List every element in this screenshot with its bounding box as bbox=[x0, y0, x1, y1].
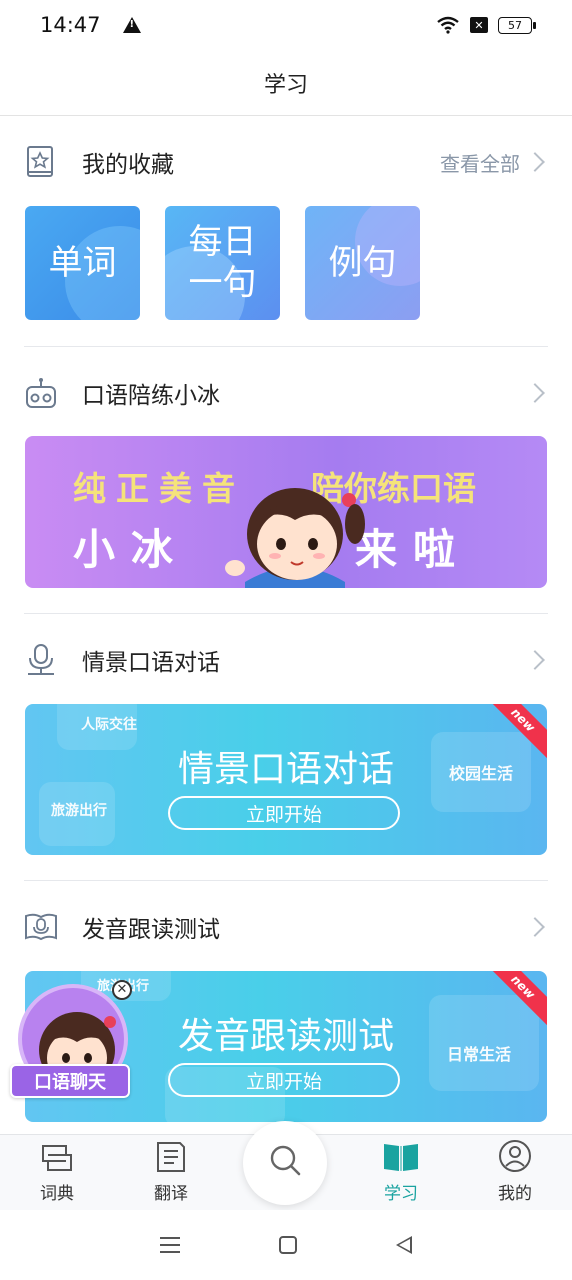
scene-dialog-banner-title: 情景口语对话 bbox=[177, 749, 394, 790]
oral-chat-label[interactable]: 口语聊天 bbox=[10, 1064, 130, 1098]
pronunciation-start-button[interactable]: 立即开始 bbox=[168, 1063, 400, 1097]
page-title: 学习 bbox=[263, 72, 308, 98]
bottom-tab-bar: 词典 翻译 学习 我的 bbox=[0, 1121, 572, 1210]
tab-profile-label: 我的 bbox=[498, 1184, 532, 1204]
xiaobing-banner[interactable]: 纯正美音 陪你练口语 小冰 来啦 bbox=[25, 436, 547, 588]
favorite-examples-label: 例句 bbox=[328, 242, 397, 283]
tab-profile[interactable]: 我的 bbox=[458, 1135, 572, 1210]
back-icon[interactable] bbox=[396, 1236, 413, 1254]
title-bar: 学习 bbox=[0, 50, 572, 116]
chevron-right-icon bbox=[525, 650, 545, 670]
xiaobing-banner-line2-right: 来啦 bbox=[355, 525, 472, 574]
system-nav-bar bbox=[0, 1210, 572, 1280]
tab-translate[interactable]: 翻译 bbox=[114, 1135, 228, 1210]
chevron-right-icon bbox=[525, 383, 545, 403]
warning-icon bbox=[122, 17, 141, 33]
scene-dialog-header[interactable]: 情景口语对话 bbox=[24, 636, 548, 684]
xiaobing-banner-line1-left: 纯正美音 bbox=[73, 469, 245, 508]
tab-translate-label: 翻译 bbox=[154, 1184, 188, 1204]
status-indicators: ✕ 57 bbox=[436, 16, 536, 34]
xiaobing-more[interactable] bbox=[525, 383, 548, 403]
star-book-icon bbox=[24, 145, 58, 179]
tab-dictionary[interactable]: 词典 bbox=[0, 1135, 114, 1210]
scene-dialog-more[interactable] bbox=[525, 650, 548, 670]
no-sim-icon: ✕ bbox=[470, 17, 488, 33]
tab-search[interactable] bbox=[228, 1121, 344, 1210]
microphone-icon bbox=[24, 643, 58, 677]
search-icon bbox=[270, 1145, 301, 1176]
tab-dictionary-label: 词典 bbox=[40, 1184, 74, 1204]
wifi-icon bbox=[437, 16, 459, 34]
favorite-examples-tile[interactable]: 例句 bbox=[305, 206, 420, 320]
divider bbox=[24, 346, 548, 347]
robot-icon bbox=[24, 376, 58, 410]
divider bbox=[24, 613, 548, 614]
scene-tag-social: 人际交往 bbox=[81, 717, 137, 733]
tab-study[interactable]: 学习 bbox=[344, 1135, 458, 1210]
favorites-row: 单词 每日 一句 例句 bbox=[25, 206, 420, 320]
home-icon[interactable] bbox=[278, 1236, 297, 1254]
favorites-header[interactable]: 我的收藏 查看全部 bbox=[24, 138, 548, 186]
xiaobing-header[interactable]: 口语陪练小冰 bbox=[24, 369, 548, 417]
menu-icon[interactable] bbox=[159, 1237, 180, 1253]
tab-study-label: 学习 bbox=[384, 1184, 418, 1204]
chevron-right-icon bbox=[525, 917, 545, 937]
pronunciation-more[interactable] bbox=[525, 917, 548, 937]
chevron-right-icon bbox=[525, 152, 545, 172]
pronunciation-title: 发音跟读测试 bbox=[82, 917, 220, 943]
xiaobing-girl-illustration bbox=[225, 488, 365, 588]
favorite-daily-tile[interactable]: 每日 一句 bbox=[165, 206, 280, 320]
favorite-words-label: 单词 bbox=[48, 242, 117, 283]
battery-icon: 57 bbox=[498, 16, 536, 34]
favorite-words-tile[interactable]: 单词 bbox=[25, 206, 140, 320]
favorites-title: 我的收藏 bbox=[82, 152, 174, 178]
divider bbox=[24, 880, 548, 881]
pronunciation-header[interactable]: 发音跟读测试 bbox=[24, 903, 548, 951]
status-bar: 14:47 ✕ 57 bbox=[0, 0, 572, 50]
translate-icon bbox=[157, 1142, 185, 1172]
book-icon bbox=[384, 1144, 418, 1171]
view-all-label: 查看全部 bbox=[440, 151, 520, 176]
oral-chat-float[interactable]: ✕ 口语聊天 bbox=[10, 980, 134, 1104]
xiaobing-banner-line2-left: 小冰 bbox=[73, 525, 190, 574]
mic-book-icon bbox=[24, 910, 58, 944]
dictionary-icon bbox=[42, 1145, 72, 1171]
view-all-link[interactable]: 查看全部 bbox=[440, 148, 548, 177]
scene-dialog-title: 情景口语对话 bbox=[82, 650, 220, 676]
scene-dialog-banner[interactable]: 人际交往 校园生活 旅游出行 情景口语对话 立即开始 new bbox=[25, 704, 547, 855]
scene-dialog-start-button[interactable]: 立即开始 bbox=[168, 796, 400, 830]
profile-icon bbox=[499, 1140, 531, 1172]
search-button[interactable] bbox=[243, 1121, 327, 1205]
close-icon[interactable]: ✕ bbox=[112, 980, 132, 1000]
favorite-daily-label: 每日 一句 bbox=[188, 222, 257, 303]
status-time: 14:47 bbox=[40, 13, 101, 37]
xiaobing-title: 口语陪练小冰 bbox=[82, 383, 220, 409]
scene-tag-travel: 旅游出行 bbox=[51, 803, 107, 819]
